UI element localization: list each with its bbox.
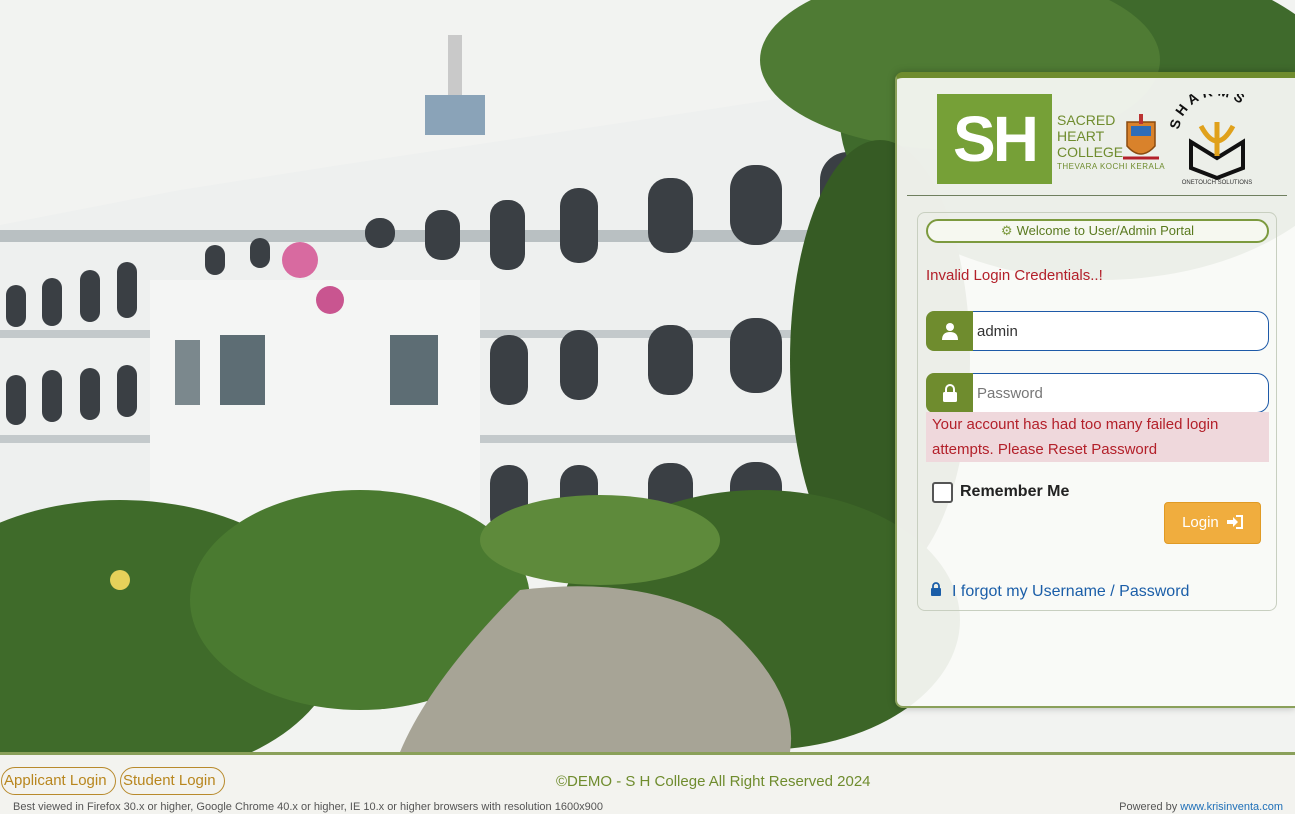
- password-input[interactable]: [973, 373, 1269, 413]
- forgot-credentials-text[interactable]: I forgot my Username / Password: [952, 583, 1189, 600]
- login-panel: SH SACRED HEART COLLEGE THEVARA KOCHI KE…: [895, 72, 1295, 708]
- copyright-text: ©DEMO - S H College All Right Reserved 2…: [556, 773, 871, 790]
- college-name-line: COLLEGE: [1057, 144, 1124, 160]
- divider: [907, 195, 1287, 196]
- welcome-text: Welcome to User/Admin Portal: [1016, 223, 1195, 238]
- applicant-login-button[interactable]: Applicant Login: [1, 767, 116, 795]
- padlock-icon: [930, 582, 942, 601]
- vendor-link[interactable]: www.krisinventa.com: [1180, 801, 1283, 813]
- college-logo: SH: [937, 94, 1052, 184]
- powered-by-prefix: Powered by: [1119, 801, 1178, 813]
- sharms-logo: SHARMS ONETOUCH SOLUTIONS: [1169, 94, 1253, 186]
- sharms-tagline: ONETOUCH SOLUTIONS: [1182, 180, 1253, 186]
- svg-text:SHARMS: SHARMS: [1169, 94, 1251, 131]
- browser-compat-note: Best viewed in Firefox 30.x or higher, G…: [13, 801, 604, 813]
- logo-banner: SH SACRED HEART COLLEGE THEVARA KOCHI KE…: [937, 90, 1267, 186]
- username-group: [926, 311, 1269, 351]
- user-icon: [926, 311, 973, 351]
- login-error-message: Invalid Login Credentials..!: [926, 267, 1103, 284]
- password-group: [926, 373, 1269, 413]
- college-crest-icon: [1123, 114, 1159, 160]
- login-form: ⚙ Welcome to User/Admin Portal Invalid Lo…: [917, 212, 1277, 611]
- gear-icon: ⚙: [1000, 223, 1013, 238]
- sign-in-icon: [1226, 515, 1243, 529]
- powered-by: Powered by www.krisinventa.com: [1119, 801, 1283, 813]
- lockout-alert: Your account has had too many failed log…: [926, 412, 1269, 462]
- college-name-line: HEART: [1057, 128, 1105, 144]
- footer: Applicant Login Student Login ©DEMO - S …: [0, 752, 1295, 814]
- student-login-button[interactable]: Student Login: [120, 767, 225, 795]
- lock-icon: [926, 373, 973, 413]
- login-button-label: Login: [1182, 514, 1219, 531]
- remember-me-checkbox[interactable]: [932, 482, 953, 503]
- forgot-credentials-link[interactable]: I forgot my Username / Password: [930, 582, 1189, 601]
- college-name-line: SACRED: [1057, 112, 1116, 128]
- college-name: SACRED HEART COLLEGE: [1057, 112, 1123, 160]
- login-button[interactable]: Login: [1164, 502, 1261, 544]
- sharms-logo-text: SHARMS: [1169, 94, 1247, 131]
- remember-me-label[interactable]: Remember Me: [960, 483, 1069, 501]
- welcome-banner: ⚙ Welcome to User/Admin Portal: [926, 219, 1269, 243]
- username-input[interactable]: [973, 311, 1269, 351]
